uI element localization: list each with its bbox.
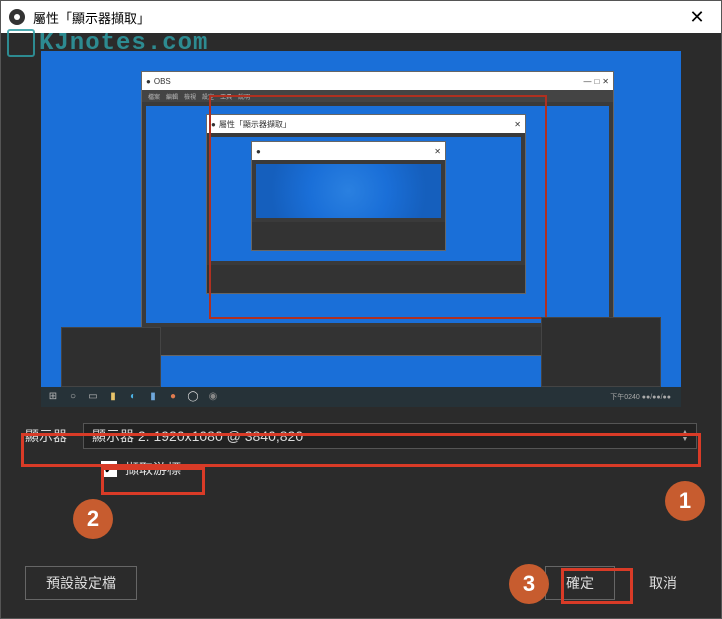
select-spinner-icon[interactable]: ▲▼ bbox=[677, 423, 693, 449]
window-title: 屬性「顯示器擷取」 bbox=[33, 8, 681, 27]
recursive-window-1: ●OBS—□✕ 檔案編輯檢視設定工具說明 ●屬性「顯示器擷取」✕ ●✕ bbox=[141, 71, 614, 356]
capture-cursor-checkbox[interactable]: ✔ bbox=[101, 461, 117, 477]
display-label: 顯示器 bbox=[25, 426, 67, 446]
recursive-titlebar-2: ●屬性「顯示器擷取」✕ bbox=[207, 115, 525, 133]
capture-cursor-row: ✔ 擷取游標 bbox=[1, 455, 721, 483]
cancel-button[interactable]: 取消 bbox=[629, 567, 697, 599]
preview-container: ●OBS—□✕ 檔案編輯檢視設定工具說明 ●屬性「顯示器擷取」✕ ●✕ bbox=[1, 33, 721, 417]
taskview-icon: ▭ bbox=[87, 391, 99, 403]
recursive-window-3: ●✕ bbox=[251, 141, 446, 251]
check-icon: ✔ bbox=[104, 462, 114, 476]
display-select[interactable]: 顯示器 2: 1920x1080 @ 3840,820 ▲▼ bbox=[83, 423, 697, 449]
display-selector-row: 顯示器 顯示器 2: 1920x1080 @ 3840,820 ▲▼ bbox=[1, 417, 721, 455]
display-select-wrap[interactable]: 顯示器 2: 1920x1080 @ 3840,820 ▲▼ bbox=[83, 423, 697, 449]
callout-2: 2 bbox=[73, 499, 113, 539]
obs-bottom-panels-right bbox=[541, 317, 661, 387]
preset-button-container: 預設設定檔 bbox=[25, 566, 137, 600]
recursive-menu-1: 檔案編輯檢視設定工具說明 bbox=[142, 90, 613, 102]
capture-cursor-label: 擷取游標 bbox=[125, 459, 181, 479]
display-capture-preview: ●OBS—□✕ 檔案編輯檢視設定工具說明 ●屬性「顯示器擷取」✕ ●✕ bbox=[41, 51, 681, 407]
taskbar-clock: 下午0240 ●●/●●/●● bbox=[227, 392, 675, 402]
callout-1: 1 bbox=[665, 481, 705, 521]
start-icon: ⊞ bbox=[47, 391, 59, 403]
windows-taskbar: ⊞ ○ ▭ ▮ ◐ ▮ ● ◯ ◉ 下午0240 ●●/●●/●● bbox=[41, 387, 681, 407]
ok-button[interactable]: 確定 bbox=[545, 566, 615, 600]
app-icon-1: ● bbox=[167, 391, 179, 403]
preset-button[interactable]: 預設設定檔 bbox=[25, 566, 137, 600]
chrome-icon: ◯ bbox=[187, 391, 199, 403]
close-icon[interactable]: ✕ bbox=[681, 7, 713, 28]
edge-icon: ◐ bbox=[127, 391, 139, 403]
search-icon: ○ bbox=[67, 391, 79, 403]
dialog-button-row: 確定 取消 bbox=[545, 566, 697, 600]
store-icon: ▮ bbox=[147, 391, 159, 403]
obs-bottom-panels-left bbox=[61, 327, 161, 387]
titlebar: 屬性「顯示器擷取」 ✕ bbox=[1, 1, 721, 33]
explorer-icon: ▮ bbox=[107, 391, 119, 403]
display-select-value: 顯示器 2: 1920x1080 @ 3840,820 bbox=[92, 426, 303, 446]
callout-3: 3 bbox=[509, 564, 549, 604]
obs-app-icon bbox=[9, 9, 25, 25]
obs-icon: ◉ bbox=[207, 391, 219, 403]
recursive-window-2: ●屬性「顯示器擷取」✕ ●✕ bbox=[206, 114, 526, 294]
recursive-titlebar-1: ●OBS—□✕ bbox=[142, 72, 613, 90]
